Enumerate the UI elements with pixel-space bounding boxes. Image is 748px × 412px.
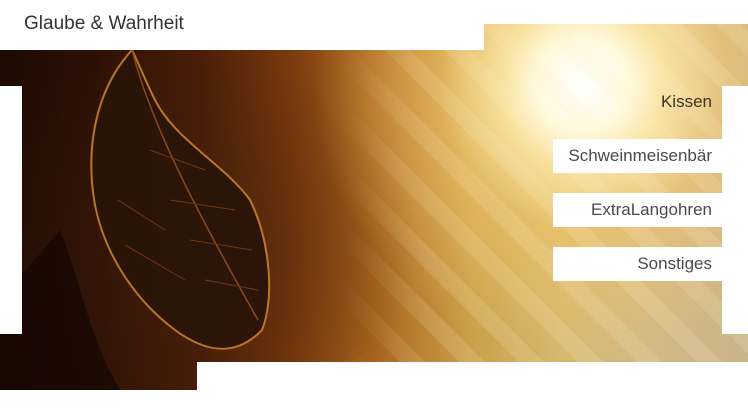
nav-item-schweinmeisenbaer[interactable]: Schweinmeisenbär — [553, 139, 722, 173]
main-nav: Kissen Schweinmeisenbär ExtraLangohren S… — [553, 85, 722, 301]
nav-item-extralangohren[interactable]: ExtraLangohren — [553, 193, 722, 227]
nav-item-kissen[interactable]: Kissen — [553, 85, 722, 119]
footer-bar-left — [0, 390, 197, 412]
header-bar-extension — [484, 0, 748, 24]
footer-bar — [197, 362, 748, 412]
left-frame-strip — [0, 86, 22, 334]
site-title[interactable]: Glaube & Wahrheit — [24, 13, 184, 35]
right-frame-strip — [722, 86, 748, 334]
nav-item-sonstiges[interactable]: Sonstiges — [553, 247, 722, 281]
